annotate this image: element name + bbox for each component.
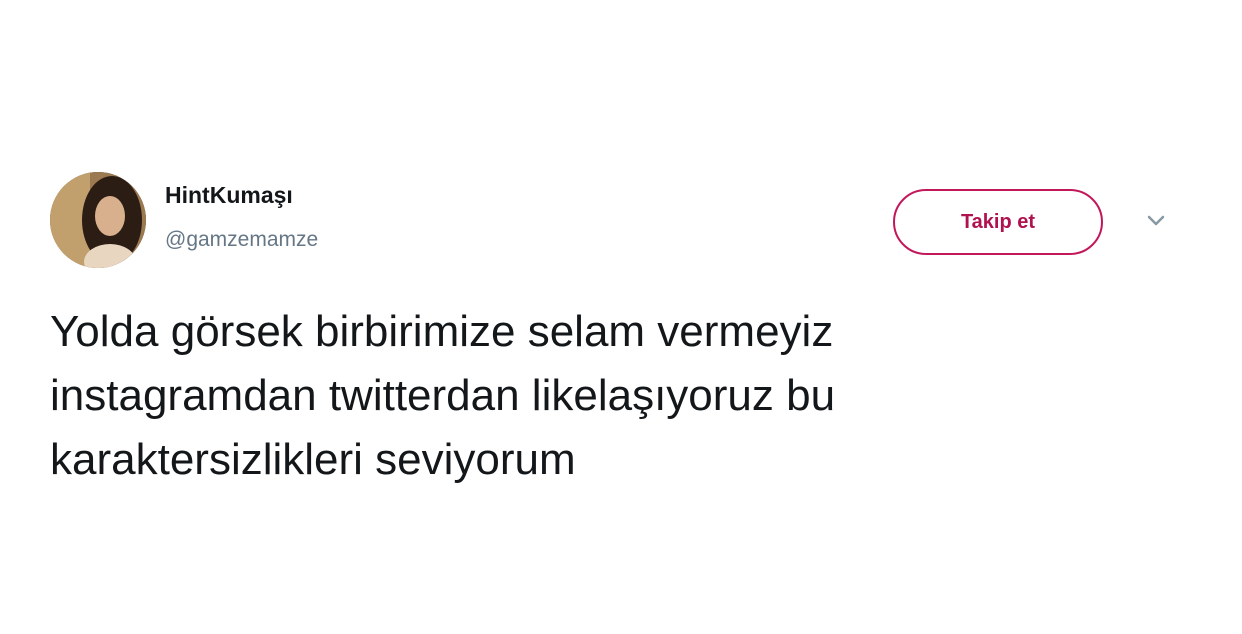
user-avatar[interactable]	[50, 172, 146, 268]
tweet-card: HintKumaşı @gamzemamze Takip et Yolda gö…	[0, 0, 1242, 634]
tweet-text: Yolda görsek birbirimize selam vermeyiz …	[50, 300, 1170, 492]
avatar-photo	[50, 172, 146, 268]
chevron-down-icon[interactable]	[1146, 214, 1166, 228]
tweet-text-line: instagramdan twitterdan likelaşıyoruz bu	[50, 371, 836, 420]
tweet-text-line: Yolda görsek birbirimize selam vermeyiz	[50, 307, 834, 356]
user-handle[interactable]: @gamzemamze	[165, 228, 318, 252]
follow-button[interactable]: Takip et	[893, 189, 1103, 255]
follow-button-label: Takip et	[960, 210, 1036, 233]
tweet-text-line: karaktersizlikleri seviyorum	[50, 435, 576, 484]
user-display-name[interactable]: HintKumaşı	[165, 182, 293, 209]
